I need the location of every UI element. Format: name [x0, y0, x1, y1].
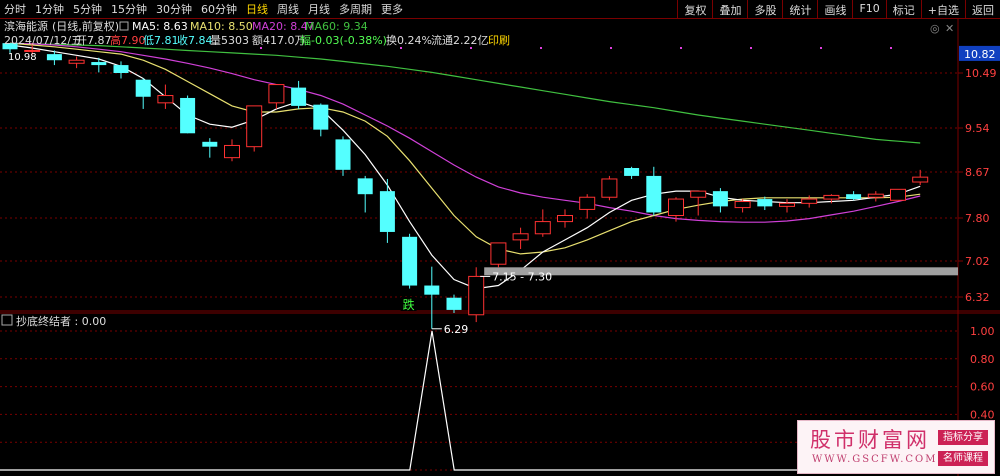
bar-turnover: 换0.24%: [386, 33, 432, 47]
candle-up: [268, 84, 285, 104]
ma5-label: MA5: 8.63: [132, 20, 188, 33]
price-tick-label: 9.54: [965, 122, 990, 135]
high-price-annotation: 10.98: [8, 52, 37, 63]
price-tick-label: 10.49: [965, 67, 997, 80]
bar-amount: 额417.0万: [252, 34, 306, 47]
candle-up: [801, 198, 818, 204]
candle-up: [512, 233, 529, 241]
candle-down: [91, 62, 107, 66]
bar-float-cap: 流通2.22亿: [431, 33, 489, 47]
candle-up: [867, 193, 884, 198]
candle-down: [446, 297, 462, 310]
candle-down: [202, 141, 218, 147]
candle-down: [402, 236, 418, 286]
candle-up: [68, 59, 85, 64]
indicator-tick-label: 1.00: [970, 325, 995, 338]
stock-chart[interactable]: 10.49 9.54 8.67 7.80 7.02 6.32 10.82 1.00 0.80 0.…: [0, 0, 1000, 476]
candle-up: [534, 221, 551, 235]
chart-mode: (日线,前复权): [52, 19, 119, 33]
candle-down: [335, 139, 351, 170]
support-band: [484, 267, 958, 276]
print-link: 印刷: [488, 34, 510, 47]
watermark-badge-share: 指标分享: [938, 430, 988, 445]
candle-up: [890, 188, 906, 201]
bar-date: 2024/07/12/五: [4, 34, 82, 47]
candle-up: [734, 200, 751, 209]
candle-down: [712, 191, 728, 207]
ma60-label: MA60: 9.34: [305, 20, 368, 33]
close-icon: ✕: [945, 22, 954, 35]
candle-up: [157, 95, 174, 104]
bar-open: 开7.87: [76, 34, 112, 47]
ma10-label: MA10: 8.50: [190, 20, 253, 33]
candle-down: [135, 79, 151, 97]
candle-down: [757, 199, 773, 207]
candle-down: [313, 104, 329, 130]
bar-close: 收7.84: [177, 33, 213, 47]
bar-volume: 量5303: [210, 34, 249, 47]
candle-up: [912, 176, 929, 183]
candle-up: [468, 275, 485, 316]
price-tick-label: 6.32: [965, 291, 990, 304]
candle-up: [779, 202, 795, 207]
candle-up: [557, 215, 573, 223]
candle-up: [690, 190, 707, 198]
candle-down: [357, 178, 373, 195]
candle-up: [601, 178, 618, 198]
candle-up: [579, 196, 596, 210]
price-tick-label: 7.80: [965, 212, 990, 225]
indicator-tick-label: 0.80: [970, 353, 995, 366]
watermark-badge-course: 名师课程: [938, 451, 988, 466]
candle-up: [823, 194, 840, 200]
watermark-site: 股市财富网: [810, 428, 930, 452]
price-tick-label: 7.02: [965, 255, 990, 268]
low-price-annotation: 6.29: [444, 323, 469, 336]
candle-up: [224, 144, 240, 159]
range-annotation: 7.15 - 7.30: [492, 270, 552, 283]
candle-down: [46, 54, 62, 61]
signal-badge: 跌: [403, 297, 415, 312]
candle-down: [646, 175, 662, 213]
candle-down: [846, 194, 862, 200]
candle-down: [180, 97, 196, 134]
candle-down: [624, 168, 640, 176]
menu-circle-icon: ◎: [930, 22, 940, 35]
indicator-title: 抄底终结者 : 0.00: [16, 314, 106, 328]
indicator-tick-label: 0.60: [970, 381, 995, 394]
watermark-logo: 股市财富网 WWW.GSCFW.COM 指标分享 名师课程: [797, 420, 995, 474]
stock-name: 滨海能源: [4, 19, 48, 33]
bar-change: 幅-0.03(-0.38%): [300, 34, 387, 47]
bar-low: 低7.81: [143, 34, 179, 47]
candle-down: [113, 65, 129, 73]
watermark-url: WWW.GSCFW.COM: [812, 454, 938, 465]
last-price-label: 10.82: [964, 48, 996, 61]
candle-up: [490, 242, 507, 265]
bar-high: 高7.90: [110, 33, 146, 47]
candle-up: [668, 198, 684, 217]
candle-down: [379, 191, 395, 232]
candle-up: [246, 105, 263, 148]
candle-down: [424, 285, 440, 295]
price-tick-label: 8.67: [965, 166, 990, 179]
candle-down: [291, 87, 307, 106]
